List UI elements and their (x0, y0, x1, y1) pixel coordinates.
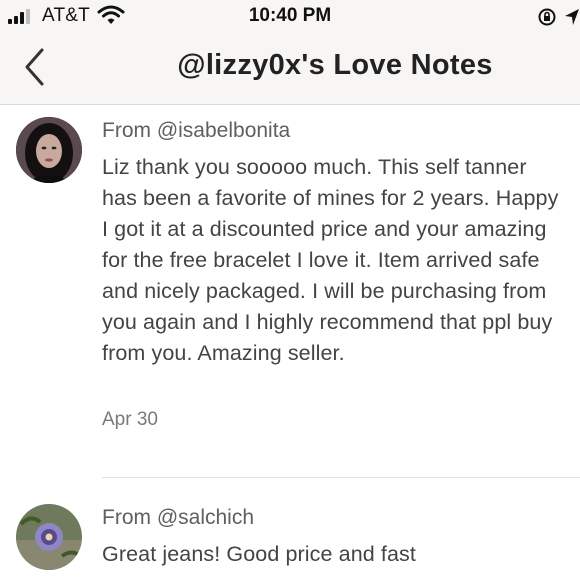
note-date: Apr 30 (102, 409, 158, 430)
status-bar: AT&T 10:40 PM (0, 0, 580, 34)
page-title: @lizzy0x's Love Notes (177, 49, 493, 81)
avatar[interactable] (16, 117, 82, 183)
note-author[interactable]: From @salchich (102, 506, 254, 530)
love-note-item: From @isabelbonita Liz thank you sooooo … (0, 104, 580, 478)
avatar[interactable] (16, 504, 82, 570)
note-text: Liz thank you sooooo much. This self tan… (102, 155, 559, 365)
note-author[interactable]: From @isabelbonita (102, 119, 290, 143)
location-arrow-icon (565, 9, 579, 25)
rotation-lock-icon (538, 8, 556, 26)
love-note-item: From @salchich Great jeans! Good price a… (0, 478, 580, 580)
note-text: Great jeans! Good price and fast (102, 542, 416, 566)
status-time: 10:40 PM (248, 5, 332, 26)
top-bar: AT&T 10:40 PM @lizzy0x's Love Notes (0, 0, 580, 105)
